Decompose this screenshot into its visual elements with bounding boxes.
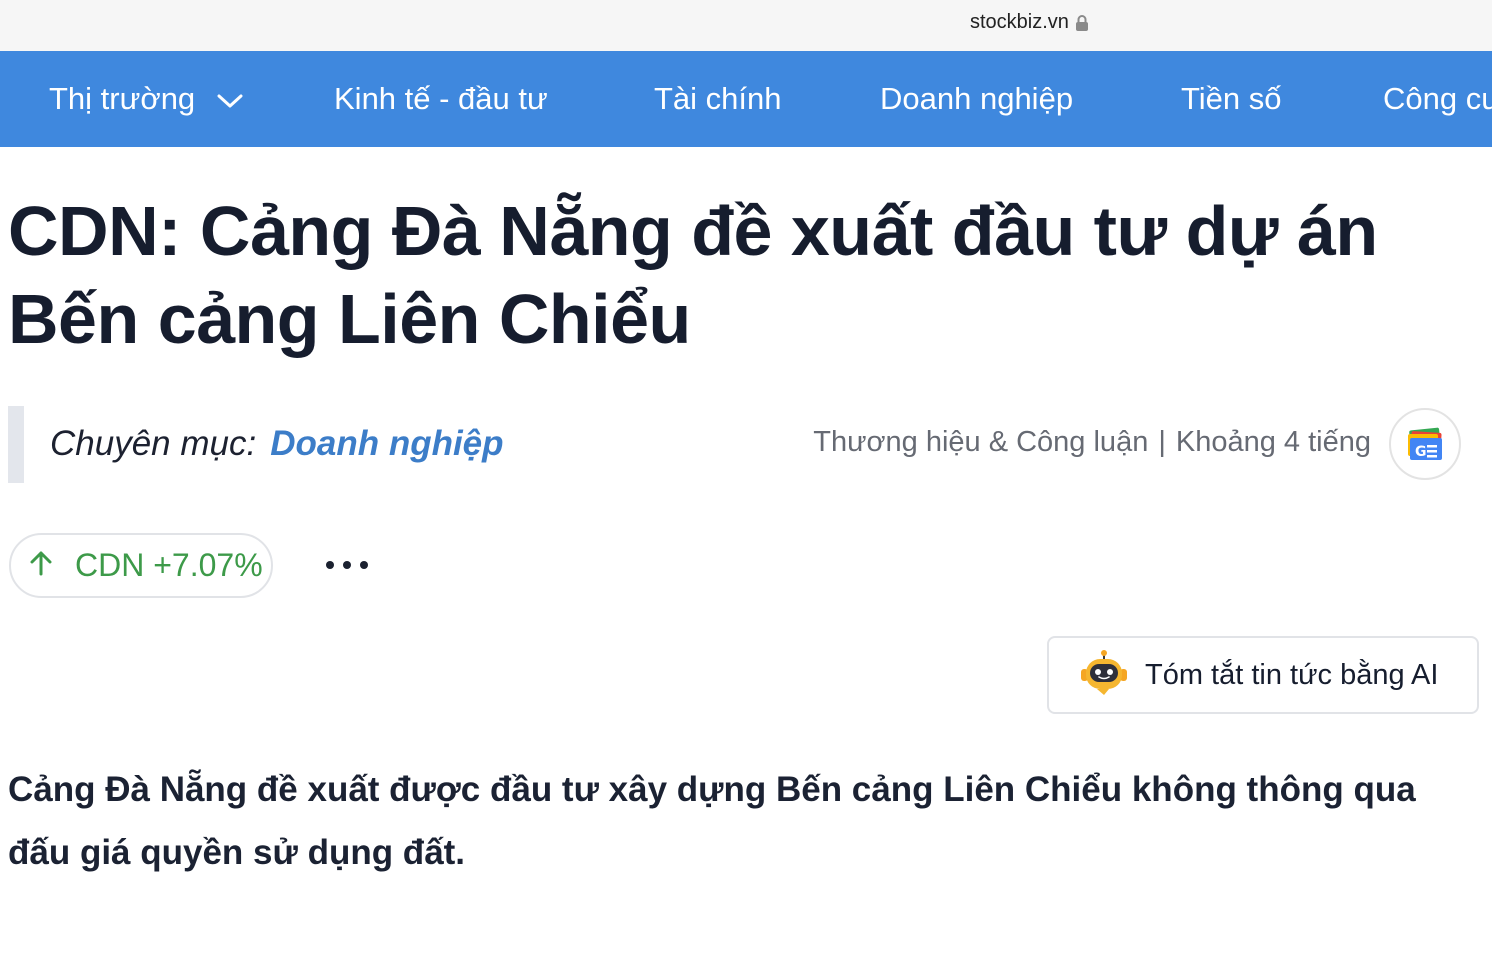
- more-options-button[interactable]: [326, 545, 368, 585]
- arrow-up-icon: [27, 549, 55, 582]
- more-dots-icon: [343, 561, 351, 569]
- meta-separator: |: [1158, 426, 1166, 458]
- nav-item-label: Thị trường: [49, 81, 196, 116]
- nav-item-label: Tài chính: [654, 81, 782, 116]
- article-meta: Thương hiệu & Công luận | Khoảng 4 tiếng: [813, 426, 1371, 459]
- nav-item-tien-so[interactable]: Tiền số: [1181, 81, 1282, 117]
- nav-item-label: Công cu: [1383, 81, 1492, 116]
- category-accent-bar: [8, 406, 24, 483]
- ticker-symbol: CDN: [75, 547, 145, 583]
- ai-summary-label: Tóm tắt tin tức bằng AI: [1145, 658, 1439, 691]
- ticker-change: +7.07%: [153, 547, 263, 583]
- nav-item-tai-chinh[interactable]: Tài chính: [654, 81, 782, 117]
- more-dots-icon: [326, 561, 334, 569]
- robot-icon: [1079, 649, 1129, 702]
- google-news-button[interactable]: G: [1389, 408, 1461, 480]
- category-label: Chuyên mục:: [50, 424, 257, 463]
- nav-item-label: Tiền số: [1181, 81, 1282, 116]
- category-link[interactable]: Doanh nghiệp: [270, 424, 503, 463]
- source-name: Thương hiệu & Công luận: [813, 426, 1149, 458]
- nav-item-label: Doanh nghiệp: [880, 81, 1074, 116]
- url-display[interactable]: stockbiz.vn: [970, 11, 1089, 34]
- main-nav: Thị trường Kinh tế - đầu tư Tài chính Do…: [0, 51, 1492, 147]
- ai-summary-button[interactable]: Tóm tắt tin tức bằng AI: [1047, 636, 1479, 714]
- article-title: CDN: Cảng Đà Nẵng đề xuất đầu tư dự án B…: [8, 192, 1378, 358]
- category-line: Chuyên mục: Doanh nghiệp: [50, 424, 504, 464]
- publish-time: Khoảng 4 tiếng: [1175, 426, 1371, 458]
- nav-item-kinh-te[interactable]: Kinh tế - đầu tư: [334, 81, 548, 117]
- browser-address-bar: stockbiz.vn: [0, 0, 1492, 51]
- svg-text:G: G: [1415, 444, 1427, 460]
- nav-item-label: Kinh tế - đầu tư: [334, 81, 548, 116]
- article-lead: Cảng Đà Nẵng đề xuất được đầu tư xây dựn…: [8, 770, 1416, 872]
- google-news-icon: G: [1408, 427, 1442, 460]
- nav-item-doanh-nghiep[interactable]: Doanh nghiệp: [880, 81, 1073, 117]
- nav-item-thi-truong[interactable]: Thị trường: [49, 81, 243, 117]
- lock-icon: [1075, 14, 1089, 32]
- chevron-down-icon: [217, 81, 243, 117]
- ticker-text: CDN +7.07%: [75, 547, 263, 584]
- domain-text: stockbiz.vn: [970, 11, 1069, 33]
- more-dots-icon: [360, 561, 368, 569]
- nav-item-cong-cu[interactable]: Công cu: [1383, 81, 1492, 117]
- stock-ticker-badge[interactable]: CDN +7.07%: [9, 533, 273, 598]
